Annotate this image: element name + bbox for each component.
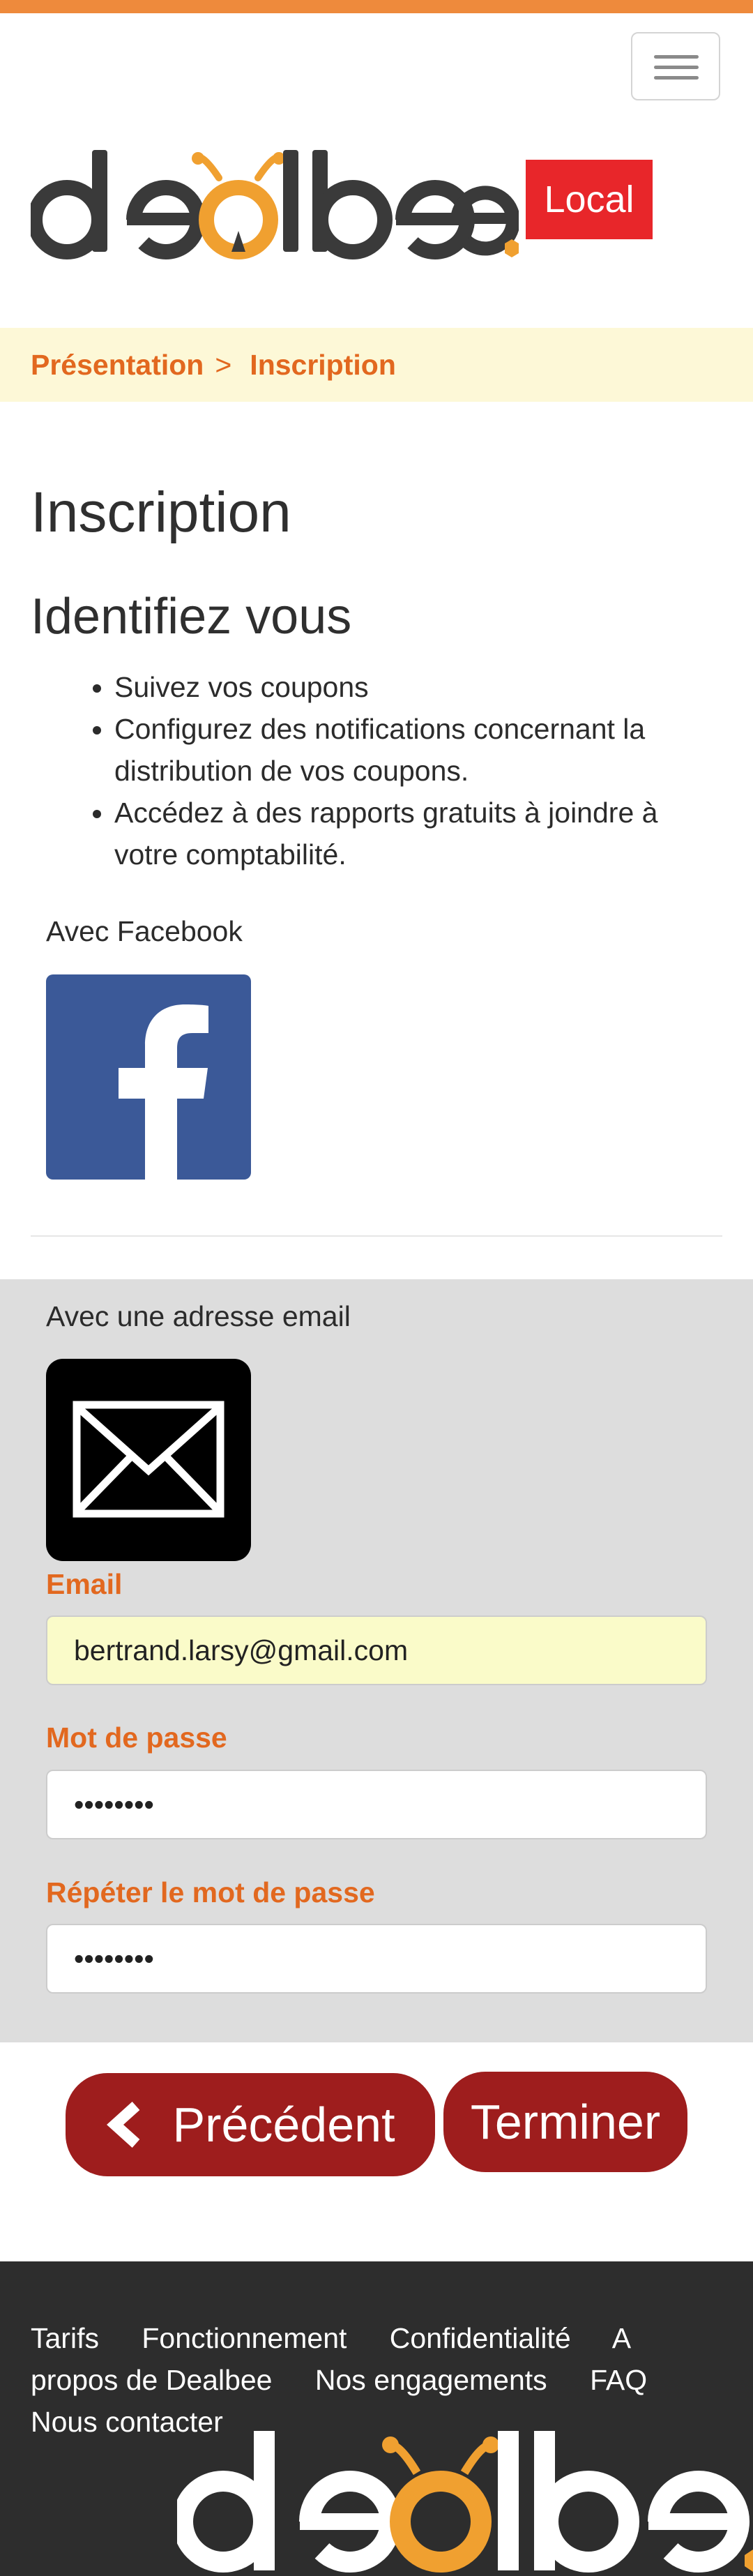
menu-bar <box>654 55 699 59</box>
facebook-label: Avec Facebook <box>46 915 243 947</box>
breadcrumb-current-inscription[interactable]: Inscription <box>250 349 396 382</box>
footer-link-faq[interactable]: FAQ <box>590 2364 647 2396</box>
previous-button[interactable]: Précédent <box>66 2073 435 2176</box>
list-item: Accédez à des rapports gratuits à joindr… <box>114 792 707 875</box>
list-item: Configurez des notifications concernant … <box>114 708 707 792</box>
section-subtitle: Identifiez vous <box>31 589 352 645</box>
footer-link-fonctionnement[interactable]: Fonctionnement <box>142 2322 347 2354</box>
facebook-login-button[interactable] <box>46 974 251 1180</box>
benefits-list: Suivez vos coupons Configurez des notifi… <box>31 666 707 875</box>
envelope-icon <box>73 1401 225 1518</box>
email-signup-button[interactable] <box>46 1359 251 1561</box>
menu-bar <box>654 76 699 80</box>
hamburger-menu-button[interactable] <box>631 32 720 100</box>
section-divider <box>31 1235 722 1237</box>
finish-button-label: Terminer <box>470 2095 661 2149</box>
email-field[interactable] <box>46 1615 707 1685</box>
menu-bar <box>654 66 699 69</box>
repeat-password-field-label: Répéter le mot de passe <box>46 1876 375 1908</box>
previous-button-label: Précédent <box>172 2097 395 2152</box>
local-badge: Local <box>526 160 653 239</box>
email-signup-label: Avec une adresse email <box>46 1300 351 1332</box>
top-accent-bar <box>0 0 753 13</box>
finish-button[interactable]: Terminer <box>443 2072 687 2172</box>
breadcrumb-separator: > <box>215 348 232 381</box>
list-item: Suivez vos coupons <box>114 666 707 708</box>
breadcrumb-link-presentation[interactable]: Présentation <box>31 349 204 382</box>
footer-dealbee-logo <box>177 2431 753 2573</box>
facebook-icon <box>119 1004 208 1180</box>
password-field[interactable] <box>46 1770 707 1839</box>
chevron-left-icon <box>107 2102 140 2148</box>
footer-link-tarifs[interactable]: Tarifs <box>31 2322 99 2354</box>
email-field-label: Email <box>46 1568 123 1600</box>
breadcrumb: Présentation > Inscription <box>0 328 753 402</box>
password-field-label: Mot de passe <box>46 1722 227 1754</box>
repeat-password-field[interactable] <box>46 1924 707 1994</box>
footer-link-confidentialite[interactable]: Confidentialité <box>390 2322 571 2354</box>
page-title: Inscription <box>31 481 291 544</box>
dealbee-logo[interactable] <box>31 143 519 262</box>
footer-link-engagements[interactable]: Nos engagements <box>315 2364 547 2396</box>
